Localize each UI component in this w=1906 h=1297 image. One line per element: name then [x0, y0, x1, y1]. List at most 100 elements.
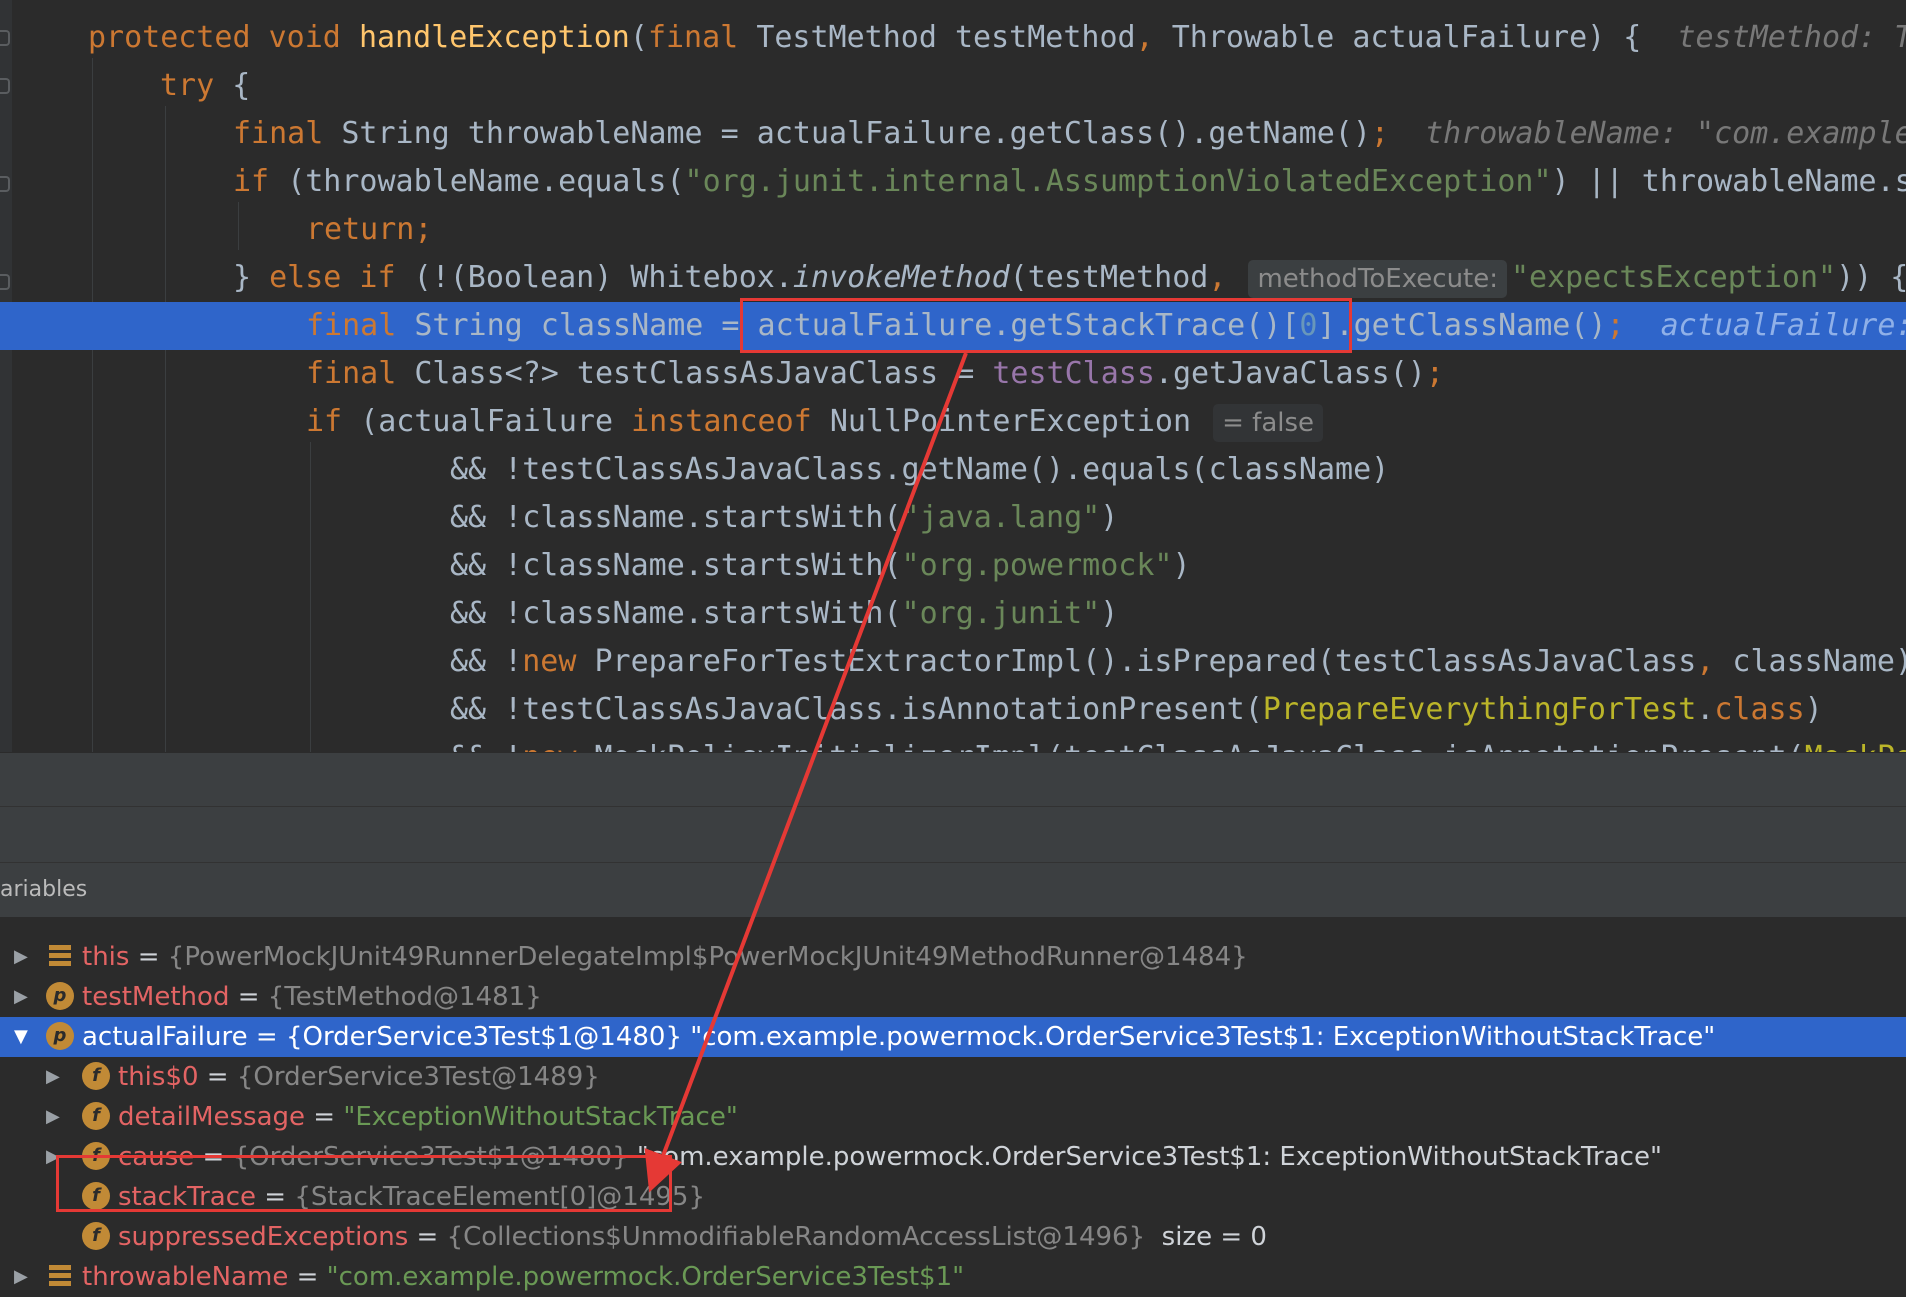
variable-extra: size = 0: [1145, 1222, 1267, 1252]
code-line[interactable]: && !testClassAsJavaClass.isAnnotationPre…: [0, 686, 1906, 734]
variable-extra: "com.example.powermock.OrderService3Test…: [682, 1022, 1715, 1052]
code-text: return;: [306, 206, 432, 254]
expand-arrow-icon[interactable]: ▶: [14, 977, 28, 1017]
code-line[interactable]: try {: [0, 62, 1906, 110]
code-token: ,: [1208, 260, 1244, 295]
variables-panel-header: ariables: [0, 862, 1906, 918]
code-token: Throwable actualFailure) {: [1172, 20, 1678, 55]
code-text: && !new PrepareForTestExtractorImpl().is…: [450, 638, 1906, 686]
variable-row-throwablename[interactable]: ▶throwableName = "com.example.powermock.…: [0, 1257, 1906, 1297]
variable-row-detailmessage[interactable]: ▶ f detailMessage = "ExceptionWithoutStack…: [0, 1097, 1906, 1137]
code-line[interactable]: final String throwableName = actualFailu…: [0, 110, 1906, 158]
variable-row-this[interactable]: ▶this = {PowerMockJUnit49RunnerDelegateI…: [0, 937, 1906, 977]
variable-row-testmethod[interactable]: ▶ptestMethod = {TestMethod@1481}: [0, 977, 1906, 1017]
code-token: try: [160, 68, 232, 103]
code-line-current[interactable]: final String className = actualFailure.g…: [0, 302, 1906, 350]
debugger-toolbar: [0, 806, 1906, 863]
code-token: && !: [450, 644, 522, 679]
variable-row-cause[interactable]: ▶fcause = {OrderService3Test$1@1480} "co…: [0, 1137, 1906, 1177]
code-token: }: [233, 260, 269, 295]
variable-name: this$0: [118, 1062, 199, 1092]
field-icon: f: [82, 1102, 110, 1130]
code-token: ;: [1426, 356, 1444, 391]
code-token: "java.lang": [902, 500, 1101, 535]
code-token: MockPolicy: [1805, 740, 1906, 752]
code-token: "expectsException": [1511, 260, 1836, 295]
code-token: PrepareEverythingForTest: [1263, 692, 1696, 727]
variable-value: {OrderService3Test$1@1480}: [286, 1022, 682, 1052]
code-text: if (throwableName.equals("org.junit.inte…: [233, 158, 1906, 206]
field-icon: f: [82, 1142, 110, 1170]
code-token: "org.junit": [902, 596, 1101, 631]
code-text: final String className = actualFailure.g…: [306, 302, 1906, 350]
code-line[interactable]: && !testClassAsJavaClass.getName().equal…: [0, 446, 1906, 494]
field-icon: f: [82, 1222, 110, 1250]
code-line[interactable]: } else if (!(Boolean) Whitebox.invokeMet…: [0, 254, 1906, 302]
code-line[interactable]: protected void handleException(final Tes…: [0, 14, 1906, 62]
code-token: className): [1732, 644, 1906, 679]
inline-debug-value: throwableName: "com.example.powermock": [1425, 116, 1906, 151]
code-line[interactable]: && !className.startsWith("org.junit"): [0, 590, 1906, 638]
code-token: .: [1696, 692, 1714, 727]
expand-arrow-icon[interactable]: ▶: [14, 1257, 28, 1297]
code-text: if (actualFailure instanceof NullPointer…: [306, 398, 1327, 446]
field-stack-icon: [46, 942, 74, 970]
code-token: && !className.startsWith(: [450, 548, 902, 583]
variable-value: {OrderService3Test$1@1480}: [233, 1142, 629, 1172]
code-token: (: [630, 20, 648, 55]
field-icon: f: [82, 1062, 110, 1090]
code-text: && !className.startsWith("org.junit"): [450, 590, 1118, 638]
code-token: && !className.startsWith(: [450, 500, 902, 535]
code-token: String className = actualFailure.getStac…: [414, 308, 1299, 343]
code-token: ): [1100, 596, 1118, 631]
expand-arrow-icon[interactable]: ▶: [46, 1097, 60, 1137]
field-stack-icon: [46, 1262, 74, 1290]
inline-debug-value: testMethod: TestMethod@1481: [1677, 20, 1906, 55]
code-line[interactable]: final Class<?> testClassAsJavaClass = te…: [0, 350, 1906, 398]
code-token: class: [1714, 692, 1804, 727]
code-token: if: [306, 404, 360, 439]
code-line[interactable]: && !className.startsWith("java.lang"): [0, 494, 1906, 542]
variable-extra: "com.example.powermock.OrderService3Test…: [629, 1142, 1662, 1172]
expand-arrow-icon[interactable]: ▶: [14, 937, 28, 977]
code-token: ;: [1606, 308, 1660, 343]
code-text: protected void handleException(final Tes…: [88, 14, 1906, 62]
variable-row-stacktrace[interactable]: fstackTrace = {StackTraceElement[0]@1495…: [0, 1177, 1906, 1217]
code-token: && !testClassAsJavaClass.isAnnotationPre…: [450, 692, 1263, 727]
collapse-arrow-icon[interactable]: ▼: [14, 1017, 28, 1057]
code-token: final: [306, 308, 414, 343]
code-editor[interactable]: protected void handleException(final Tes…: [0, 0, 1906, 752]
variables-panel[interactable]: ▶this = {PowerMockJUnit49RunnerDelegateI…: [0, 917, 1906, 1290]
code-token: && !className.startsWith(: [450, 596, 902, 631]
code-text: && !new MockPolicyInitializerImpl(testCl…: [450, 734, 1906, 752]
code-token: .getJavaClass(): [1155, 356, 1426, 391]
code-token: new: [522, 644, 594, 679]
code-token: ): [1100, 500, 1118, 535]
code-line[interactable]: if (actualFailure instanceof NullPointer…: [0, 398, 1906, 446]
variable-row-actualfailure[interactable]: ▼pactualFailure = {OrderService3Test$1@1…: [0, 1017, 1906, 1057]
code-line[interactable]: && !new PrepareForTestExtractorImpl().is…: [0, 638, 1906, 686]
code-token: )) {: [1836, 260, 1906, 295]
code-token: instanceof: [631, 404, 830, 439]
variable-row-this0[interactable]: ▶fthis$0 = {OrderService3Test@1489}: [0, 1057, 1906, 1097]
expand-arrow-icon[interactable]: ▶: [46, 1137, 60, 1177]
code-token: else if: [269, 260, 414, 295]
code-text: try {: [160, 62, 250, 110]
variable-text: detailMessage = "ExceptionWithoutStackTr…: [118, 1097, 738, 1137]
variable-value: {Collections$UnmodifiableRandomAccessLis…: [447, 1222, 1146, 1252]
code-token: "org.junit.internal.AssumptionViolatedEx…: [685, 164, 1552, 199]
code-line[interactable]: if (throwableName.equals("org.junit.inte…: [0, 158, 1906, 206]
variable-row-suppressedexceptions[interactable]: fsuppressedExceptions = {Collections$Unm…: [0, 1217, 1906, 1257]
variable-value: {OrderService3Test@1489}: [237, 1062, 600, 1092]
code-token: (throwableName.equals(: [287, 164, 684, 199]
code-token: final: [306, 356, 414, 391]
code-token: final: [648, 20, 756, 55]
code-line[interactable]: return;: [0, 206, 1906, 254]
code-token: (actualFailure: [360, 404, 631, 439]
expand-arrow-icon[interactable]: ▶: [46, 1057, 60, 1097]
code-token: 0: [1299, 308, 1317, 343]
variable-name: throwableName: [82, 1262, 288, 1292]
code-line[interactable]: && !className.startsWith("org.powermock"…: [0, 542, 1906, 590]
code-line[interactable]: && !new MockPolicyInitializerImpl(testCl…: [0, 734, 1906, 752]
variable-text: actualFailure = {OrderService3Test$1@148…: [82, 1017, 1715, 1057]
